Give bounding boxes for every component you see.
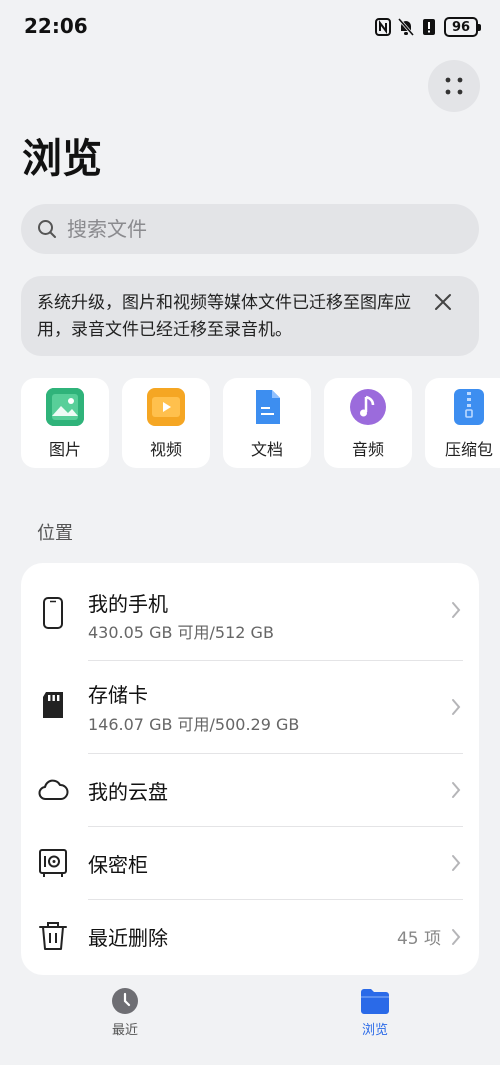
page-title: 浏览 xyxy=(22,136,102,182)
nfc-icon xyxy=(375,18,391,36)
location-trailing xyxy=(451,601,461,619)
music-icon xyxy=(349,388,387,426)
tab-browse[interactable]: 浏览 xyxy=(335,987,415,1038)
location-trailing xyxy=(451,854,461,872)
trash-icon xyxy=(39,922,67,950)
location-item-recently-deleted[interactable]: 最近删除 45 项 xyxy=(21,900,479,975)
phone-icon xyxy=(43,597,63,629)
status-icons: 96 xyxy=(375,17,481,37)
close-icon[interactable] xyxy=(433,292,453,312)
bottom-tab-bar: 最近 浏览 xyxy=(0,975,500,1065)
category-archives[interactable]: 压缩包 xyxy=(425,378,500,468)
location-name: 保密柜 xyxy=(88,853,148,877)
safe-icon xyxy=(39,849,67,877)
chevron-right-icon xyxy=(452,699,461,715)
location-name: 我的手机 xyxy=(88,592,168,616)
location-item-my-phone[interactable]: 我的手机 430.05 GB 可用/512 GB xyxy=(21,563,479,660)
category-images[interactable]: 图片 xyxy=(21,378,109,468)
location-trailing xyxy=(451,781,461,799)
four-dots-icon xyxy=(445,77,463,95)
location-item-cloud[interactable]: 我的云盘 xyxy=(21,754,479,826)
image-icon xyxy=(46,388,84,426)
chevron-right-icon xyxy=(452,855,461,871)
migration-notice: 系统升级，图片和视频等媒体文件已迁移至图库应用，录音文件已经迁移至录音机。 xyxy=(21,276,479,356)
category-videos[interactable]: 视频 xyxy=(122,378,210,468)
chevron-right-icon xyxy=(452,602,461,618)
sd-card-icon xyxy=(43,692,63,718)
folder-icon xyxy=(361,989,389,1014)
battery-indicator: 96 xyxy=(444,17,481,37)
video-icon xyxy=(147,388,185,426)
location-trailing xyxy=(451,698,461,716)
category-label: 视频 xyxy=(149,440,182,459)
notice-text: 系统升级，图片和视频等媒体文件已迁移至图库应用，录音文件已经迁移至录音机。 xyxy=(37,293,411,340)
status-time: 22:06 xyxy=(24,14,88,38)
status-bar: 22:06 96 xyxy=(0,0,500,56)
category-documents[interactable]: 文档 xyxy=(223,378,311,468)
search-icon xyxy=(38,220,56,238)
category-label: 压缩包 xyxy=(444,440,493,459)
category-label: 音频 xyxy=(351,440,384,459)
location-name: 存储卡 xyxy=(88,683,148,707)
category-row: 图片 视频 文档 音频 压缩包 xyxy=(21,378,500,468)
chevron-right-icon xyxy=(452,928,461,945)
mute-bell-icon xyxy=(398,18,414,36)
location-name: 我的云盘 xyxy=(88,780,168,804)
location-item-safe[interactable]: 保密柜 xyxy=(21,827,479,899)
category-label: 图片 xyxy=(48,440,81,459)
tab-label: 浏览 xyxy=(361,1023,388,1038)
location-name: 最近删除 xyxy=(88,926,168,950)
locations-section-title: 位置 xyxy=(37,523,73,544)
location-storage: 430.05 GB 可用/512 GB xyxy=(88,623,274,642)
category-label: 文档 xyxy=(250,440,283,459)
more-options-button[interactable] xyxy=(428,60,480,112)
search-input[interactable] xyxy=(67,217,447,241)
location-item-sd-card[interactable]: 存储卡 146.07 GB 可用/500.29 GB xyxy=(21,661,479,753)
alert-icon xyxy=(423,19,435,35)
clock-icon xyxy=(112,988,138,1014)
location-trailing: 45 项 xyxy=(397,924,461,949)
cloud-icon xyxy=(38,779,69,800)
locations-card: 我的手机 430.05 GB 可用/512 GB 存储卡 146.07 GB 可… xyxy=(21,563,479,975)
chevron-right-icon xyxy=(452,782,461,798)
tab-label: 最近 xyxy=(111,1023,138,1038)
document-icon xyxy=(248,388,286,426)
category-audio[interactable]: 音频 xyxy=(324,378,412,468)
zip-icon xyxy=(450,388,488,426)
tab-recent[interactable]: 最近 xyxy=(85,987,165,1038)
location-storage: 146.07 GB 可用/500.29 GB xyxy=(88,715,300,734)
search-bar[interactable] xyxy=(21,204,479,254)
item-count: 45 项 xyxy=(396,929,441,949)
